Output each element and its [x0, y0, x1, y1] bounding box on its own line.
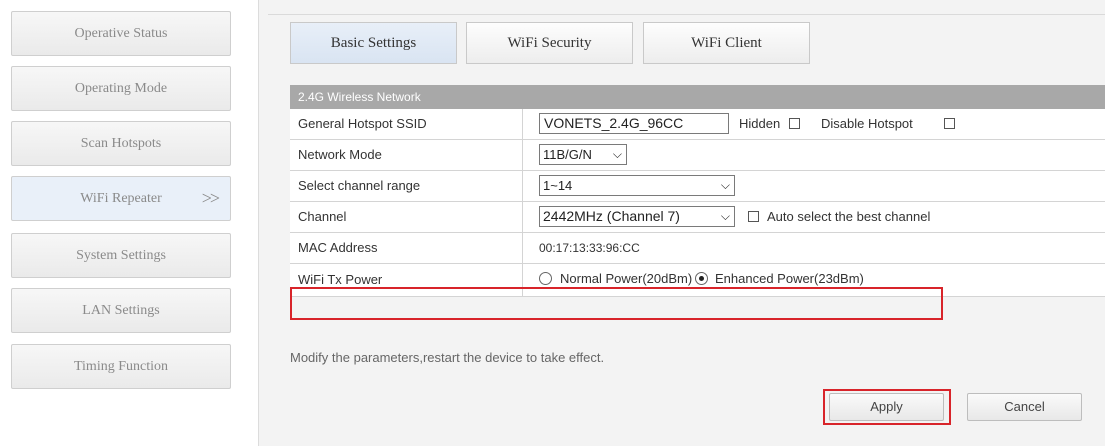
sidebar-item-wifi-repeater[interactable]: WiFi Repeater >> — [11, 176, 231, 221]
chevron-right-icon: >> — [201, 188, 220, 208]
chevron-down-icon: ⌵ — [720, 209, 730, 223]
tab-wifi-security[interactable]: WiFi Security — [466, 22, 633, 64]
network-mode-select[interactable]: 11B/G/N ⌵ — [539, 144, 627, 165]
sidebar-item-label: Operating Mode — [74, 81, 168, 96]
table-row: MAC Address 00:17:13:33:96:CC — [290, 233, 1105, 264]
ssid-label: General Hotspot SSID — [290, 109, 523, 139]
apply-highlight — [823, 389, 951, 425]
sidebar-item-lan-settings[interactable]: LAN Settings — [11, 288, 231, 333]
enhanced-power-radio[interactable] — [695, 272, 708, 285]
sidebar-item-system-settings[interactable]: System Settings — [11, 233, 231, 278]
sidebar-item-label: WiFi Repeater — [80, 191, 162, 206]
normal-power-radio[interactable] — [539, 272, 552, 285]
table-row: General Hotspot SSID VONETS_2.4G_96CC Hi… — [290, 109, 1105, 140]
sidebar-item-label: System Settings — [76, 248, 166, 263]
wireless-settings-table: 2.4G Wireless Network General Hotspot SS… — [290, 85, 1105, 297]
auto-select-checkbox[interactable] — [748, 211, 759, 222]
tab-label: WiFi Client — [691, 35, 762, 51]
sidebar-item-scan-hotspots[interactable]: Scan Hotspots — [11, 121, 231, 166]
hidden-checkbox[interactable] — [789, 118, 800, 129]
network-mode-value: 11B/G/N — [543, 147, 592, 162]
restart-note: Modify the parameters,restart the device… — [290, 350, 605, 365]
auto-select-label: Auto select the best channel — [767, 209, 931, 224]
sidebar-item-label: Operative Status — [74, 26, 168, 41]
tab-basic-settings[interactable]: Basic Settings — [290, 22, 457, 64]
tx-power-highlight — [290, 287, 943, 320]
sidebar-item-operating-mode[interactable]: Operating Mode — [11, 66, 231, 111]
channel-range-value: 1~14 — [543, 178, 573, 193]
sidebar: Operative Status Operating Mode Scan Hot… — [0, 0, 250, 446]
table-row: Select channel range 1~14 ⌵ — [290, 171, 1105, 202]
mac-address-value: 00:17:13:33:96:CC — [539, 241, 640, 255]
channel-range-select[interactable]: 1~14 ⌵ — [539, 175, 735, 196]
channel-range-label: Select channel range — [290, 171, 523, 201]
channel-label: Channel — [290, 202, 523, 232]
section-title: 2.4G Wireless Network — [290, 85, 1105, 109]
channel-select[interactable]: 2442MHz (Channel 7) ⌵ — [539, 206, 735, 227]
divider — [268, 14, 1105, 15]
tab-wifi-client[interactable]: WiFi Client — [643, 22, 810, 64]
table-row: Channel 2442MHz (Channel 7) ⌵ Auto selec… — [290, 202, 1105, 233]
sidebar-item-label: Timing Function — [73, 359, 168, 374]
network-mode-label: Network Mode — [290, 140, 523, 170]
cancel-button[interactable]: Cancel — [967, 393, 1082, 421]
sidebar-item-timing-function[interactable]: Timing Function — [11, 344, 231, 389]
sidebar-item-label: LAN Settings — [82, 303, 160, 318]
disable-hotspot-label: Disable Hotspot — [821, 116, 913, 131]
sidebar-item-label: Scan Hotspots — [80, 136, 162, 151]
ssid-input[interactable]: VONETS_2.4G_96CC — [539, 113, 729, 134]
channel-value: 2442MHz (Channel 7) — [543, 208, 680, 224]
disable-hotspot-checkbox[interactable] — [944, 118, 955, 129]
mac-address-label: MAC Address — [290, 233, 523, 263]
chevron-down-icon: ⌵ — [720, 178, 730, 192]
chevron-down-icon: ⌵ — [612, 147, 622, 161]
sidebar-item-operative-status[interactable]: Operative Status — [11, 11, 231, 56]
table-row: Network Mode 11B/G/N ⌵ — [290, 140, 1105, 171]
tab-label: WiFi Security — [507, 35, 592, 51]
tab-label: Basic Settings — [330, 35, 417, 51]
hidden-label: Hidden — [739, 116, 781, 131]
